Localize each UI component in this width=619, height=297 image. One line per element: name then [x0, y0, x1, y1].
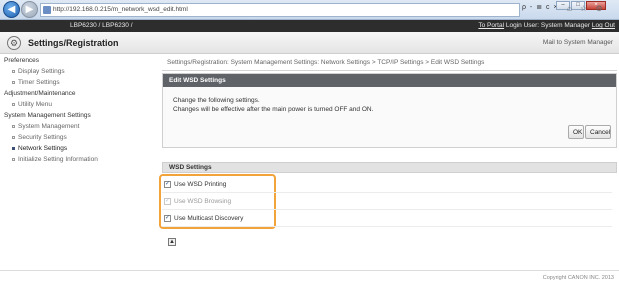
- sidebar-heading-adjustment-maintenance[interactable]: Adjustment/Maintenance: [0, 88, 158, 99]
- wsd-section-title: WSD Settings: [162, 162, 617, 173]
- cancel-button[interactable]: Cancel: [585, 125, 611, 139]
- sidebar-item-label: Initialize Setting Information: [18, 156, 98, 163]
- copyright-text: Copyright CANON INC. 2013: [542, 275, 614, 281]
- forward-arrow-icon[interactable]: ▶: [21, 1, 38, 18]
- page-title: Settings/Registration: [28, 38, 119, 48]
- settings-gear-icon: ⚙: [7, 36, 21, 50]
- scroll-to-top-icon[interactable]: ▲: [168, 238, 176, 246]
- sidebar-item-label: Security Settings: [18, 134, 67, 141]
- sidebar-item-system-management[interactable]: System Management: [0, 121, 158, 132]
- main-content: Settings/Registration: System Management…: [159, 55, 617, 246]
- browser-home-fav-settings-icons[interactable]: ⌂ ☆ ⚙: [567, 4, 606, 13]
- sidebar-item-utility-menu[interactable]: Utility Menu: [0, 99, 158, 110]
- site-favicon-icon: [43, 6, 51, 14]
- panel-body: Change the following settings. Changes w…: [163, 87, 616, 147]
- use-wsd-printing-checkbox[interactable]: ✓: [164, 181, 171, 188]
- footer-divider: [0, 270, 619, 271]
- sidebar-item-timer-settings[interactable]: Timer Settings: [0, 77, 158, 88]
- sidebar-item-label: Network Settings: [18, 145, 68, 152]
- sidebar-heading-preferences[interactable]: Preferences: [0, 55, 158, 66]
- sidebar-item-display-settings[interactable]: Display Settings: [0, 66, 158, 77]
- wsd-options-list: ✓ Use WSD Printing ✓ Use WSD Browsing ✓ …: [159, 173, 617, 229]
- ok-button[interactable]: OK: [568, 125, 584, 139]
- address-text: http://192.168.0.215/m_network_wsd_edit.…: [53, 6, 188, 13]
- to-portal-link[interactable]: To Portal: [478, 22, 504, 29]
- instruction-text-2: Changes will be effective after the main…: [173, 106, 374, 113]
- browser-toolbar: ◀ ▶ http://192.168.0.215/m_network_wsd_e…: [0, 0, 619, 20]
- bullet-icon: [12, 69, 15, 73]
- sidebar-heading-system-management-settings[interactable]: System Management Settings: [0, 110, 158, 121]
- mail-system-manager-link[interactable]: Mail to System Manager: [543, 39, 613, 46]
- login-user-text: Login User: System Manager: [505, 22, 591, 29]
- edit-wsd-panel: Edit WSD Settings Change the following s…: [162, 73, 617, 148]
- breadcrumb: Settings/Registration: System Management…: [162, 55, 617, 71]
- sidebar-item-network-settings[interactable]: Network Settings: [0, 143, 158, 154]
- bullet-icon: [12, 102, 15, 106]
- sidebar: Preferences Display Settings Timer Setti…: [0, 55, 158, 270]
- app-header: LBP6230 / LBP6230 / To Portal Login User…: [0, 20, 619, 32]
- title-bar: ⚙ Settings/Registration Mail to System M…: [0, 32, 619, 54]
- sidebar-item-label: Utility Menu: [18, 101, 52, 108]
- use-multicast-discovery-checkbox[interactable]: ✓: [164, 215, 171, 222]
- sidebar-item-initialize-setting-information[interactable]: Initialize Setting Information: [0, 154, 158, 165]
- address-bar[interactable]: http://192.168.0.215/m_network_wsd_edit.…: [40, 3, 520, 17]
- back-arrow-icon[interactable]: ◀: [3, 1, 20, 18]
- sidebar-item-label: Display Settings: [18, 68, 65, 75]
- instruction-text-1: Change the following settings.: [173, 97, 260, 104]
- bullet-icon: [12, 157, 15, 161]
- use-wsd-browsing-checkbox: ✓: [164, 198, 171, 205]
- sidebar-item-label: Timer Settings: [18, 79, 60, 86]
- use-multicast-discovery-option[interactable]: ✓ Use Multicast Discovery: [162, 210, 612, 227]
- option-label: Use WSD Browsing: [174, 198, 232, 205]
- logout-link[interactable]: Log Out: [592, 22, 615, 29]
- sidebar-item-label: System Management: [18, 123, 80, 130]
- bullet-icon: [12, 135, 15, 139]
- bullet-icon: [12, 124, 15, 128]
- option-label: Use WSD Printing: [174, 181, 227, 188]
- sidebar-item-security-settings[interactable]: Security Settings: [0, 132, 158, 143]
- bullet-icon: [12, 80, 15, 84]
- use-wsd-browsing-option: ✓ Use WSD Browsing: [162, 193, 612, 210]
- use-wsd-printing-option[interactable]: ✓ Use WSD Printing: [162, 176, 612, 193]
- address-tools[interactable]: ρ - ≣ c ×: [522, 3, 559, 11]
- bullet-icon: [12, 146, 15, 150]
- device-name: LBP6230 / LBP6230 /: [70, 22, 133, 29]
- wsd-settings-section: WSD Settings ✓ Use WSD Printing ✓ Use WS…: [159, 162, 617, 229]
- option-label: Use Multicast Discovery: [174, 215, 244, 222]
- panel-title: Edit WSD Settings: [163, 74, 616, 87]
